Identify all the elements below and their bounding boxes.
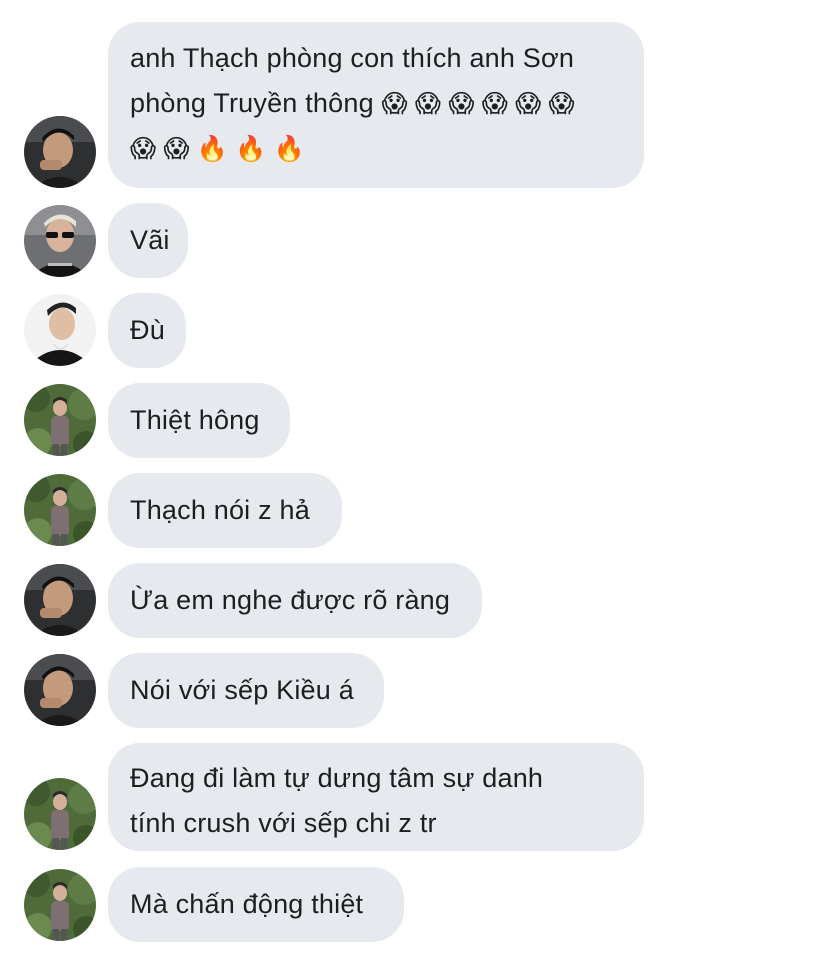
emoji-group: 😱 😱 🔥 🔥 🔥 <box>130 135 306 163</box>
message-bubble-3[interactable]: Đù <box>108 293 186 368</box>
avatar-photo-black-shirt[interactable] <box>24 294 96 366</box>
message-text: Thạch nói z hả <box>130 495 310 525</box>
message-text: Mà chấn động thiệt <box>130 889 364 919</box>
message-bubble-6[interactable]: Ừa em nghe được rõ ràng <box>108 563 482 638</box>
avatar-photo-sunglasses[interactable] <box>24 205 96 277</box>
avatar-photo-garden[interactable] <box>24 384 96 456</box>
message-text: Thiệt hông <box>130 405 260 435</box>
message-text-line: phòng Truyền thông 😱 😱 😱 😱 😱 😱 <box>130 81 622 127</box>
avatar-photo-garden[interactable] <box>24 778 96 850</box>
message-bubble-1[interactable]: anh Thạch phòng con thích anh Sơn phòng … <box>108 22 644 188</box>
avatar-photo-dark[interactable] <box>24 564 96 636</box>
message-text-segment: phòng Truyền thông <box>130 88 374 118</box>
message-text: Vãi <box>130 225 170 255</box>
message-bubble-7[interactable]: Nói với sếp Kiều á <box>108 653 384 728</box>
message-text-line: tính crush với sếp chi z tr <box>130 808 437 838</box>
message-text: Đù <box>130 315 165 345</box>
avatar-photo-garden[interactable] <box>24 474 96 546</box>
message-text-line: anh Thạch phòng con thích anh Sơn <box>130 43 575 73</box>
avatar-photo-dark[interactable] <box>24 116 96 188</box>
avatar-photo-dark[interactable] <box>24 654 96 726</box>
message-text: Ừa em nghe được rõ ràng <box>130 585 451 615</box>
chat-thread: anh Thạch phòng con thích anh Sơn phòng … <box>0 0 828 953</box>
emoji-group: 😱 😱 😱 😱 😱 😱 <box>381 90 575 118</box>
message-text-line: Đang đi làm tự dưng tâm sự danh <box>130 763 544 793</box>
message-bubble-2[interactable]: Vãi <box>108 203 188 278</box>
message-bubble-9[interactable]: Mà chấn động thiệt <box>108 867 404 942</box>
message-bubble-4[interactable]: Thiệt hông <box>108 383 290 458</box>
message-bubble-5[interactable]: Thạch nói z hả <box>108 473 342 548</box>
message-text: Nói với sếp Kiều á <box>130 675 354 705</box>
message-bubble-8[interactable]: Đang đi làm tự dưng tâm sự danh tính cru… <box>108 743 644 851</box>
avatar-photo-garden[interactable] <box>24 869 96 941</box>
